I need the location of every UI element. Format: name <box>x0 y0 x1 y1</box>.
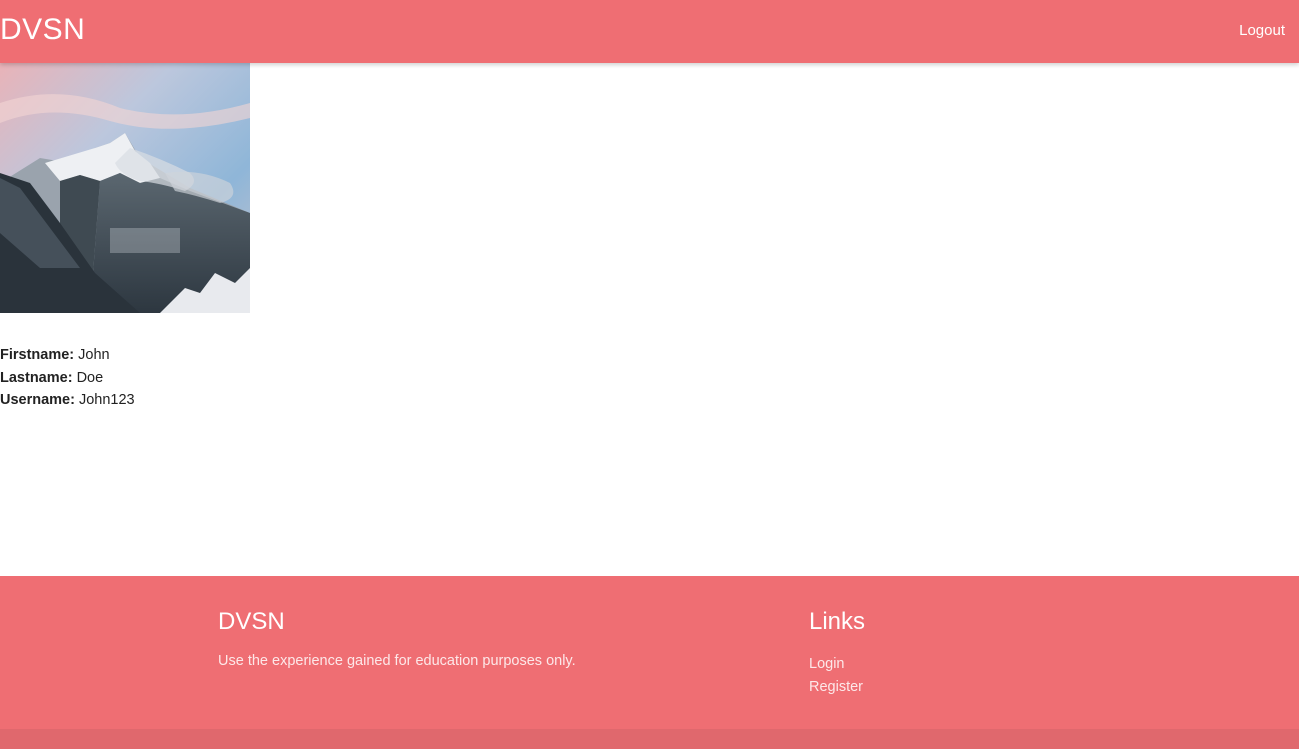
firstname-value: John <box>78 347 110 363</box>
profile-details: Firstname: John Lastname: Doe Username: … <box>0 344 135 412</box>
footer-links-title: Links <box>809 608 866 635</box>
firstname-label: Firstname: <box>0 347 75 363</box>
username-value: John123 <box>78 392 135 408</box>
footer-links-list: Login Register <box>809 653 865 699</box>
profile-image <box>0 63 250 313</box>
footer-bottom-bar <box>0 729 1299 749</box>
page-footer: DVSN Use the experience gained for educa… <box>0 576 1299 749</box>
footer-about: DVSN Use the experience gained for educa… <box>218 608 576 669</box>
username-label: Username: <box>0 392 75 408</box>
footer-login-link[interactable]: Login <box>809 656 844 672</box>
footer-link-item: Register <box>809 676 865 699</box>
logout-link[interactable]: Logout <box>1239 22 1285 39</box>
brand-logo[interactable]: DVSN <box>0 13 85 47</box>
top-navbar: DVSN Logout <box>0 0 1299 63</box>
footer-tagline: Use the experience gained for education … <box>218 653 576 669</box>
footer-register-link[interactable]: Register <box>809 679 863 695</box>
footer-brand-title: DVSN <box>218 608 285 635</box>
lastname-label: Lastname: <box>0 369 73 386</box>
lastname-value: Doe <box>76 369 104 386</box>
footer-link-item: Login <box>809 653 865 676</box>
footer-links: Links Login Register <box>809 608 865 699</box>
lastname-row: Lastname: Doe <box>0 367 135 390</box>
username-row: Username: John123 <box>0 389 135 412</box>
firstname-row: Firstname: John <box>0 344 135 367</box>
